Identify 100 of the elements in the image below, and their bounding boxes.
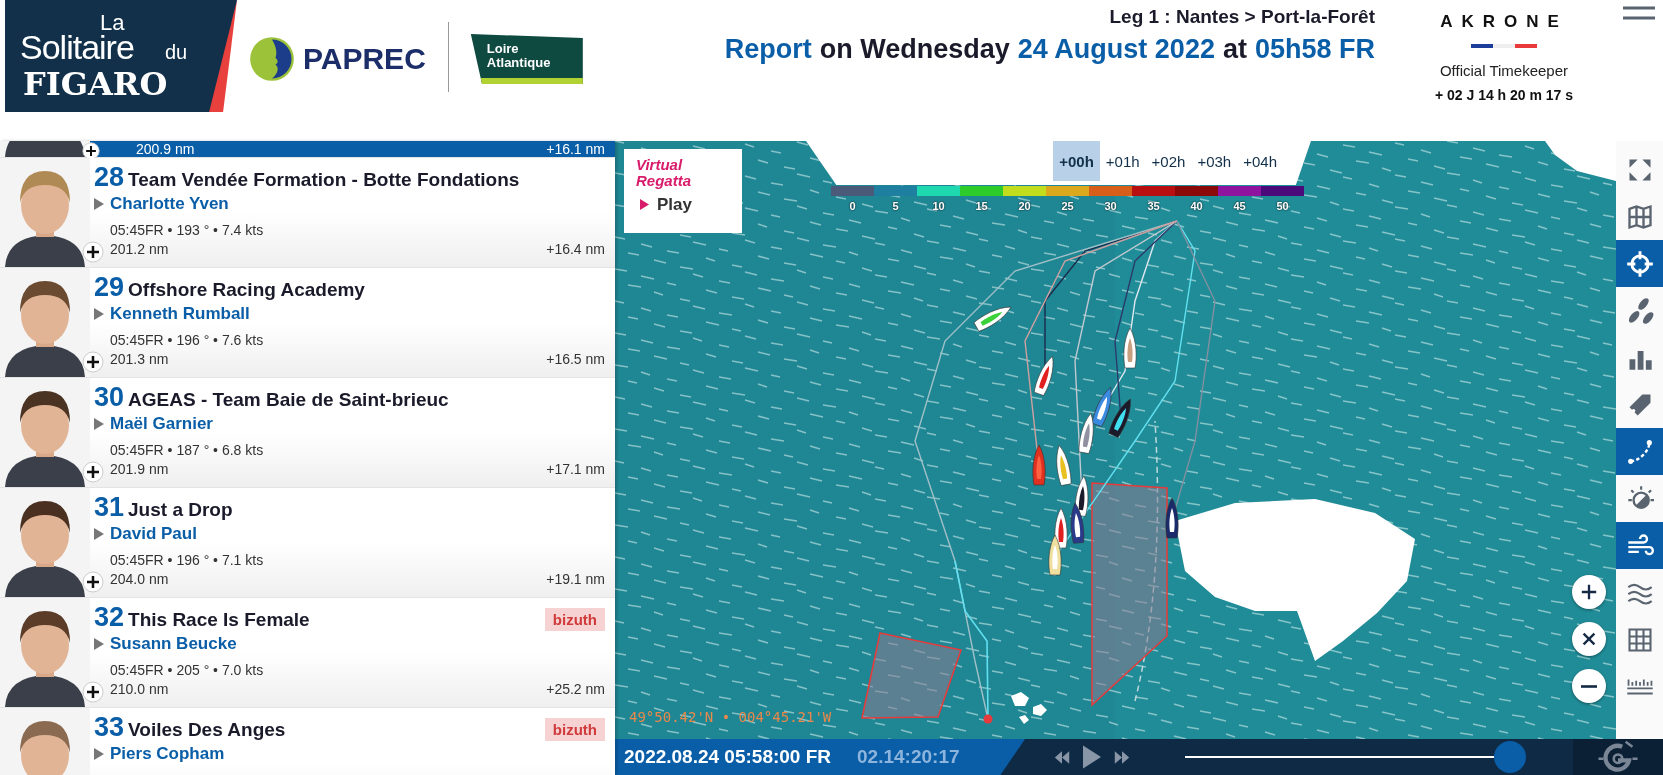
boat [1108, 398, 1131, 438]
skipper-name[interactable]: Piers Copham [110, 744, 225, 764]
wind-scale-label: 20 [1018, 200, 1031, 212]
wind-scale-label: 10 [932, 200, 945, 212]
triangle-icon [94, 198, 104, 210]
route-icon [1625, 437, 1654, 466]
distance-to-finish: 201.3 nm [110, 351, 169, 367]
rank-number: 32 [94, 602, 125, 633]
game-logo-text: Virtual Regatta [636, 157, 692, 189]
distance-gap: +25.2 nm [546, 681, 605, 697]
wind-scale-label: 35 [1147, 200, 1160, 212]
add-icon[interactable] [82, 571, 104, 593]
skipper-name[interactable]: Susann Beucke [110, 634, 237, 654]
wind-scale-label: 45 [1233, 200, 1246, 212]
skipper-name[interactable]: David Paul [110, 524, 197, 544]
boat [1123, 327, 1137, 369]
triangle-icon [94, 418, 104, 430]
wind-scale-label: 50 [1276, 200, 1289, 212]
race-elapsed: 02.14:20:17 [857, 746, 960, 768]
wind-scale-label: 15 [975, 200, 988, 212]
report-text: Report [724, 34, 812, 65]
distance-gap: +16.1 nm [546, 141, 605, 157]
position-info: 05:45FR • 205 ° • 7.0 kts [110, 662, 265, 678]
boat [1078, 413, 1094, 454]
forecast-tab[interactable]: +02h [1145, 141, 1192, 181]
wind-scale-label: 30 [1104, 200, 1117, 212]
slider-thumb[interactable] [1494, 741, 1527, 773]
sponsor-name: PAPREC [303, 42, 426, 76]
wind-scale-label: 0 [849, 200, 856, 212]
boat [1048, 534, 1062, 576]
team-name: Voiles Des Anges [128, 719, 286, 741]
distance-to-finish: 200.9 nm [136, 141, 195, 157]
sponsor-name: Loire Atlantique [486, 42, 552, 70]
rewind-button[interactable] [1053, 750, 1071, 764]
forecast-tab[interactable]: +03h [1191, 141, 1238, 181]
grid-icon [1625, 625, 1654, 654]
forecast-tab[interactable]: +01h [1099, 141, 1146, 181]
distance-gap: +19.1 nm [546, 571, 605, 587]
team-name: Team Vendée Formation - Botte Fondations [128, 169, 520, 191]
wind-scale-label: 25 [1061, 200, 1074, 212]
elapsed-time: + 02 J 14 h 20 m 17 s [1434, 87, 1574, 103]
team-name: AGEAS - Team Baie de Saint-brieuc [128, 389, 449, 411]
distance-gap: +17.1 nm [546, 461, 605, 477]
position-info: 05:45FR • 193 ° • 7.4 kts [110, 222, 265, 238]
timekeeper-brand: AKRONE [1440, 12, 1568, 32]
plus-icon [1580, 583, 1598, 601]
boat [1033, 356, 1054, 396]
position-marker [983, 714, 993, 724]
ranking-row[interactable]: 33 Voiles Des Anges bizuth Piers Copham [0, 708, 615, 775]
ranking-row[interactable]: 30 AGEAS - Team Baie de Saint-brieuc Maël Garnier 05:45FR • 187 ° • 6.8 kts 201.9 nm +17.1 nm [0, 378, 615, 488]
play-link[interactable]: Play [657, 194, 692, 215]
report-text: on Wednesday [819, 34, 1010, 65]
skipper-name[interactable]: Charlotte Yven [110, 194, 229, 214]
skipper-name[interactable]: Maël Garnier [110, 414, 213, 434]
close-icon [1580, 630, 1598, 648]
add-icon[interactable] [82, 351, 104, 373]
forecast-tab[interactable]: +04h [1237, 141, 1283, 181]
report-text: at [1222, 34, 1247, 65]
forecast-tab[interactable]: +00h [1053, 141, 1100, 181]
ruler-icon [1625, 678, 1654, 695]
cursor-coordinates: 49°50.42'N • 004°45.21'W [629, 709, 832, 725]
rank-number: 28 [94, 162, 125, 193]
ranking-row[interactable]: 31 Just a Drop David Paul 05:45FR • 196 ° • 7.1 kts 204.0 nm +19.1 nm [0, 488, 615, 598]
boat [973, 306, 1012, 332]
playback-date: 2022.08.24 05:58:00 FR [624, 746, 832, 768]
fast-forward-icon [1113, 750, 1131, 764]
add-icon[interactable] [82, 241, 104, 263]
game-panel[interactable]: Virtual Regatta Play [624, 149, 742, 233]
triangle-icon [94, 528, 104, 540]
rank-number: 30 [94, 382, 125, 413]
distance-to-finish: 210.0 nm [110, 681, 169, 697]
forward-button[interactable] [1113, 750, 1131, 764]
skipper-name[interactable]: Kenneth Rumball [110, 304, 250, 324]
distance-to-finish: 201.2 nm [110, 241, 169, 257]
boat [1032, 444, 1046, 486]
rookie-badge: bizuth [544, 718, 605, 741]
rookie-badge: bizuth [544, 608, 605, 631]
play-icon [1083, 745, 1101, 769]
report-text: 24 August 2022 [1017, 34, 1215, 65]
ranking-row[interactable]: 28 Team Vendée Formation - Botte Fondations Charlotte Yven 05:45FR • 193 ° • 7.4 kts 201.2 nm +16.4 nm [0, 158, 615, 268]
play-button[interactable] [1083, 745, 1101, 769]
logo-text: FIGARO [23, 68, 168, 100]
rank-number: 31 [94, 492, 125, 523]
rank-number: 29 [94, 272, 125, 303]
position-info: 05:45FR • 196 ° • 7.6 kts [110, 332, 265, 348]
add-icon[interactable] [82, 461, 104, 483]
logo-text: du [165, 42, 188, 62]
timekeeper-label: Official Timekeeper [1439, 62, 1569, 79]
ranking-row[interactable]: 29 Offshore Racing Academy Kenneth Rumball 05:45FR • 196 ° • 7.6 kts 201.3 nm +16.5 nm [0, 268, 615, 378]
position-info: 05:45FR • 196 ° • 7.1 kts [110, 552, 265, 568]
leg-title: Leg 1 : Nantes > Port-la-Forêt [1109, 6, 1375, 28]
rewind-icon [1053, 750, 1071, 764]
play-icon [640, 199, 649, 210]
report-text: 05h58 FR [1254, 34, 1375, 65]
boat [1165, 497, 1179, 539]
rank-number: 33 [94, 712, 125, 743]
minus-icon [1580, 684, 1598, 688]
wind-scale-label: 40 [1190, 200, 1203, 212]
crosshair-icon [1625, 249, 1654, 278]
position-info: 05:45FR • 187 ° • 6.8 kts [110, 442, 265, 458]
